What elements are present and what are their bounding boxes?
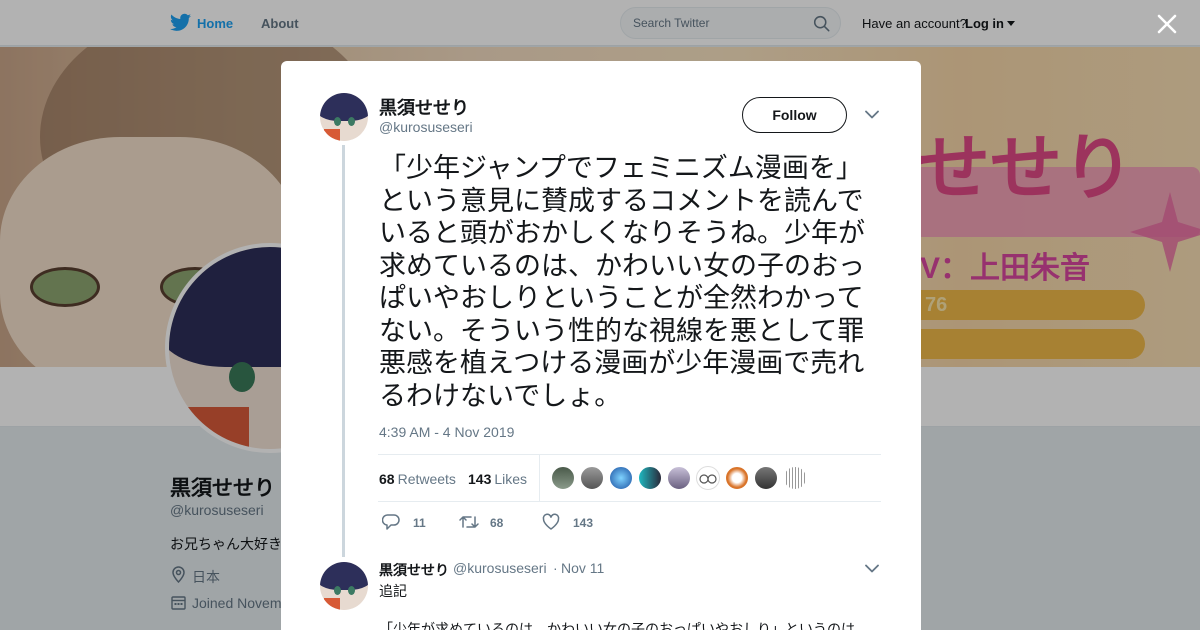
follow-button[interactable]: Follow xyxy=(742,97,847,133)
like-count: 143 xyxy=(573,516,594,530)
close-icon[interactable] xyxy=(1155,12,1179,36)
chevron-down-icon[interactable] xyxy=(865,110,879,119)
likes-count: 143 xyxy=(468,471,492,487)
liker-avatar[interactable] xyxy=(609,466,633,490)
chevron-down-icon[interactable] xyxy=(865,564,879,573)
tweet-stats-bar: 68 Retweets 143 Likes xyxy=(378,454,881,502)
liker-avatar[interactable] xyxy=(696,466,720,490)
tweet-text: 「少年ジャンプでフェミニズム漫画を」という意見に賛成するコメントを読んでいると頭… xyxy=(379,153,865,412)
thread-connector-line xyxy=(342,145,345,557)
tweet-actions: 11 68 143 xyxy=(378,511,678,535)
retweets-label: Retweets xyxy=(397,471,456,487)
liker-avatar[interactable] xyxy=(551,466,575,490)
like-button[interactable]: 143 xyxy=(542,513,612,533)
liker-avatar[interactable] xyxy=(754,466,778,490)
liker-avatar[interactable] xyxy=(667,466,691,490)
retweet-count: 68 xyxy=(490,516,504,530)
tweet-author-handle[interactable]: @kurosuseseri xyxy=(379,119,473,135)
liker-avatar[interactable] xyxy=(725,466,749,490)
liker-avatar[interactable] xyxy=(580,466,604,490)
retweets-count: 68 xyxy=(379,471,395,487)
liker-avatar[interactable] xyxy=(783,466,807,490)
reply-button[interactable]: 11 xyxy=(382,513,442,533)
heart-icon xyxy=(542,513,560,530)
tweet-permalink-modal: 黒須せせり @kurosuseseri Follow 「少年ジャンプでフェミニズ… xyxy=(281,61,921,630)
reply-count: 11 xyxy=(413,516,426,530)
likes-stat[interactable]: 143 Likes xyxy=(468,471,527,487)
tweet-author-avatar[interactable] xyxy=(320,93,368,141)
tweet-timestamp[interactable]: 4:39 AM - 4 Nov 2019 xyxy=(379,424,514,440)
reply-author-name[interactable]: 黒須せせり xyxy=(379,560,449,580)
reply-text: 追記 xyxy=(379,583,407,599)
reply-date[interactable]: Nov 11 xyxy=(561,560,604,576)
retweet-button[interactable]: 68 xyxy=(459,513,519,533)
reply-author-handle[interactable]: @kurosuseseri xyxy=(453,560,547,576)
stats-divider xyxy=(539,455,540,501)
reply-author-avatar[interactable] xyxy=(320,562,368,610)
liker-avatar[interactable] xyxy=(638,466,662,490)
retweets-stat[interactable]: 68 Retweets xyxy=(379,471,456,487)
reply-separator: · xyxy=(553,560,558,576)
reply-icon xyxy=(382,514,400,530)
reply-text-continued: 「少年が求めているのは、かわいい女の子のおっぱいやおしり」というのは xyxy=(379,621,855,630)
likes-label: Likes xyxy=(494,471,528,487)
tweet-author-name[interactable]: 黒須せせり xyxy=(379,94,469,120)
retweet-icon xyxy=(459,516,479,528)
